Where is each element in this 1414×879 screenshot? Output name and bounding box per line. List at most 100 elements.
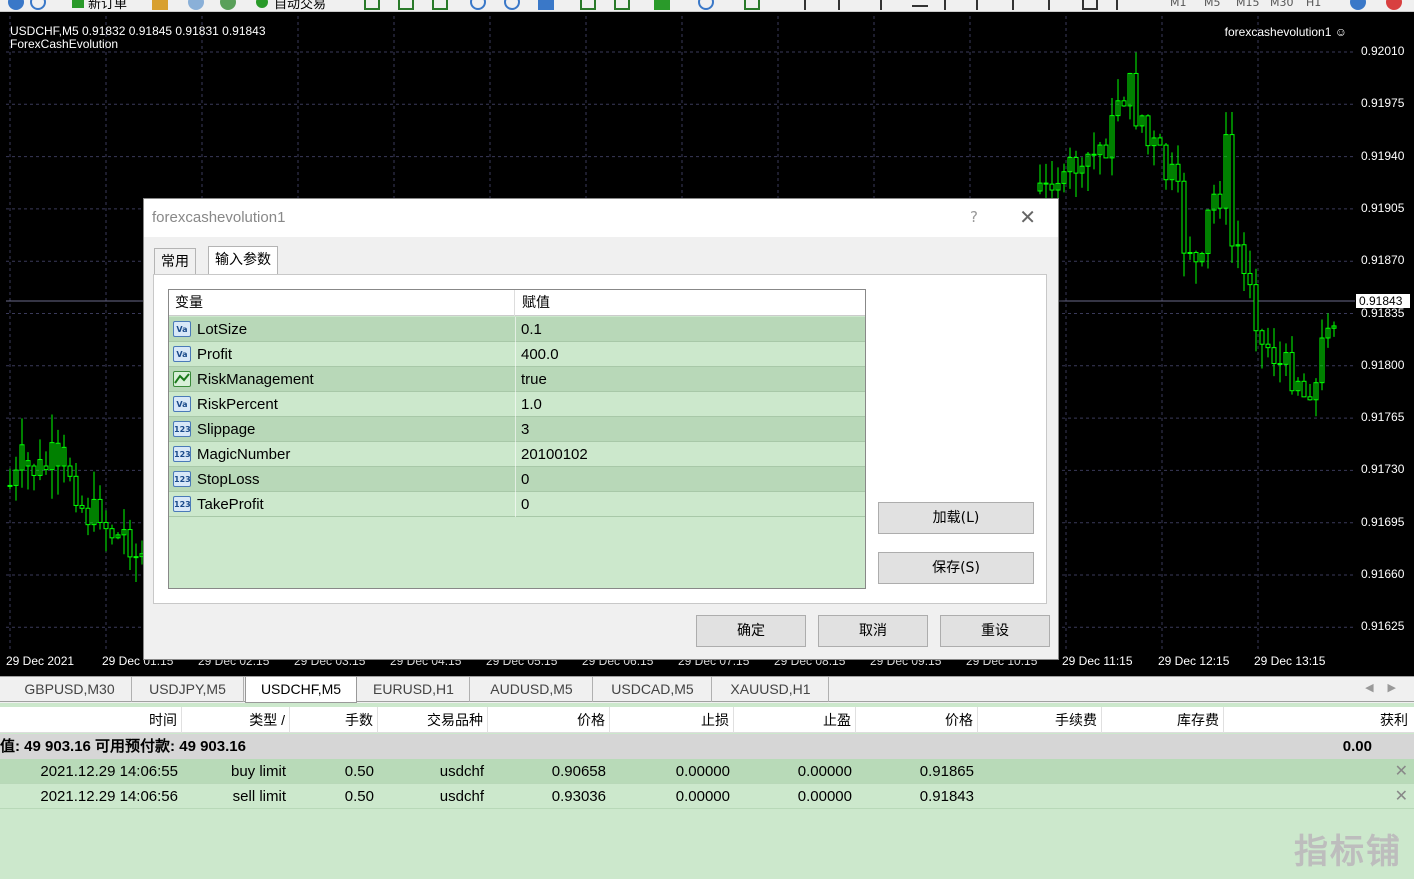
text-icon[interactable] (1048, 0, 1064, 11)
zoom-icon[interactable] (8, 0, 24, 11)
col-swap[interactable]: 库存费 (1102, 707, 1224, 733)
col-tp[interactable]: 止盈 (734, 707, 856, 733)
candle-chart-icon[interactable] (398, 0, 414, 11)
integer-param-icon: 123 (173, 496, 191, 512)
reset-button[interactable]: 重设 (940, 615, 1050, 647)
tab-usdjpy-m5[interactable]: USDJPY,M5 (132, 677, 244, 702)
candle (109, 524, 115, 545)
param-row-magicnumber[interactable]: 123 MagicNumber 20100102 (169, 442, 865, 467)
horizontal-line-icon[interactable] (912, 0, 928, 11)
ok-button[interactable]: 确定 (696, 615, 806, 647)
param-value[interactable]: true (521, 367, 547, 392)
tf-m30-button[interactable]: M30 (1270, 0, 1294, 11)
scroll-chart-icon[interactable] (580, 0, 596, 11)
col-price[interactable]: 价格 (488, 707, 610, 733)
equidistant-channel-icon[interactable] (976, 0, 992, 11)
tf-m5-button[interactable]: M5 (1204, 0, 1221, 11)
col-sl[interactable]: 止损 (610, 707, 734, 733)
candle (1289, 336, 1295, 395)
bar-chart-icon[interactable] (364, 0, 380, 11)
zoom-out-icon[interactable] (504, 0, 520, 11)
globe-icon[interactable] (220, 0, 236, 11)
alert-icon[interactable] (1386, 0, 1402, 11)
candle (1187, 236, 1193, 260)
tab-inputs[interactable]: 输入参数 (208, 246, 278, 274)
orders-table-header: 时间 类型 / 手数 交易品种 价格 止损 止盈 价格 手续费 库存费 获利 (0, 707, 1414, 733)
param-value[interactable]: 0 (521, 467, 529, 492)
load-button[interactable]: 加载(L) (878, 502, 1034, 534)
tf-m15-button[interactable]: M15 (1236, 0, 1260, 11)
tab-gbpusd-m30[interactable]: GBPUSD,M30 (8, 677, 132, 702)
order-row[interactable]: 2021.12.29 14:06:55 buy limit 0.50 usdch… (0, 759, 1414, 784)
param-row-takeprofit[interactable]: 123 TakeProfit 0 (169, 492, 865, 517)
zoom-in-icon[interactable] (470, 0, 486, 11)
vertical-line-icon[interactable] (880, 0, 896, 11)
cancel-button[interactable]: 取消 (818, 615, 928, 647)
periods-icon[interactable] (698, 0, 714, 11)
param-row-riskpercent[interactable]: Va RiskPercent 1.0 (169, 392, 865, 417)
watermark-logo: 指标铺 (1294, 832, 1402, 872)
new-order-button[interactable]: 新订单 (72, 0, 127, 11)
auto-trade-button[interactable]: 自动交易 (256, 0, 326, 11)
tab-xauusd-h1[interactable]: XAUUSD,H1 (713, 677, 829, 702)
arrows-icon[interactable] (1116, 0, 1132, 11)
indicators-icon[interactable] (654, 0, 670, 11)
tab-scroll-arrows[interactable]: ◀▶ (1365, 681, 1410, 694)
text-label-icon[interactable] (1082, 0, 1098, 11)
trendline-icon[interactable] (944, 0, 960, 11)
candle (1283, 343, 1289, 376)
order-row[interactable]: 2021.12.29 14:06:56 sell limit 0.50 usdc… (0, 784, 1414, 809)
col-type[interactable]: 类型 / (182, 707, 290, 733)
param-value[interactable]: 3 (521, 417, 529, 442)
tab-usdcad-m5[interactable]: USDCAD,M5 (594, 677, 712, 702)
crosshair-icon[interactable] (838, 0, 854, 11)
chart-shift-icon[interactable] (614, 0, 630, 11)
search-icon[interactable] (30, 0, 46, 11)
price-tick-label: 0.92010 (1361, 44, 1405, 58)
param-row-slippage[interactable]: 123 Slippage 3 (169, 417, 865, 442)
inputs-panel: 变量 赋值 Va LotSize 0.1 Va Profit 400.0 RiskManag… (153, 274, 1047, 604)
param-row-profit[interactable]: Va Profit 400.0 (169, 342, 865, 367)
col-current-price[interactable]: 价格 (856, 707, 978, 733)
tab-audusd-m5[interactable]: AUDUSD,M5 (471, 677, 593, 702)
tile-windows-icon[interactable] (538, 0, 554, 11)
col-time[interactable]: 时间 (0, 707, 182, 733)
param-value[interactable]: 0.1 (521, 317, 542, 342)
col-value[interactable]: 赋值 (516, 290, 550, 316)
candle (13, 456, 19, 501)
key-icon[interactable] (1350, 0, 1366, 11)
candle (1241, 232, 1247, 292)
cursor-icon[interactable] (804, 0, 820, 11)
param-value[interactable]: 400.0 (521, 342, 559, 367)
param-value[interactable]: 1.0 (521, 392, 542, 417)
fibonacci-icon[interactable] (1012, 0, 1028, 11)
col-lots[interactable]: 手数 (290, 707, 378, 733)
col-symbol[interactable]: 交易品种 (378, 707, 488, 733)
candle (31, 463, 37, 491)
param-value[interactable]: 20100102 (521, 442, 588, 467)
ea-status-label[interactable]: forexcashevolution1 ☺ (1225, 25, 1347, 39)
col-commission[interactable]: 手续费 (978, 707, 1102, 733)
tf-m1-button[interactable]: M1 (1170, 0, 1187, 11)
col-variable[interactable]: 变量 (169, 290, 515, 316)
close-icon[interactable]: ✕ (1019, 205, 1036, 229)
tf-h1-button[interactable]: H1 (1306, 0, 1321, 11)
toolbox-icon[interactable] (152, 0, 168, 11)
help-icon[interactable]: ? (970, 208, 978, 226)
save-button[interactable]: 保存(S) (878, 552, 1034, 584)
tab-common[interactable]: 常用 (154, 248, 196, 274)
close-order-icon[interactable]: ✕ (1395, 759, 1408, 784)
param-row-lotsize[interactable]: Va LotSize 0.1 (169, 317, 865, 342)
param-row-riskmanagement[interactable]: RiskManagement true (169, 367, 865, 392)
tab-eurusd-h1[interactable]: EURUSD,H1 (358, 677, 470, 702)
tab-usdchf-m5[interactable]: USDCHF,M5 (245, 677, 357, 703)
col-profit[interactable]: 获利 (1224, 707, 1412, 733)
integer-param-icon: 123 (173, 421, 191, 437)
cloud-icon[interactable] (188, 0, 204, 11)
line-chart-icon[interactable] (432, 0, 448, 11)
dialog-titlebar[interactable]: forexcashevolution1 ? ✕ (144, 199, 1058, 237)
templates-icon[interactable] (744, 0, 760, 11)
param-row-stoploss[interactable]: 123 StopLoss 0 (169, 467, 865, 492)
close-order-icon[interactable]: ✕ (1395, 784, 1408, 809)
param-value[interactable]: 0 (521, 492, 529, 517)
